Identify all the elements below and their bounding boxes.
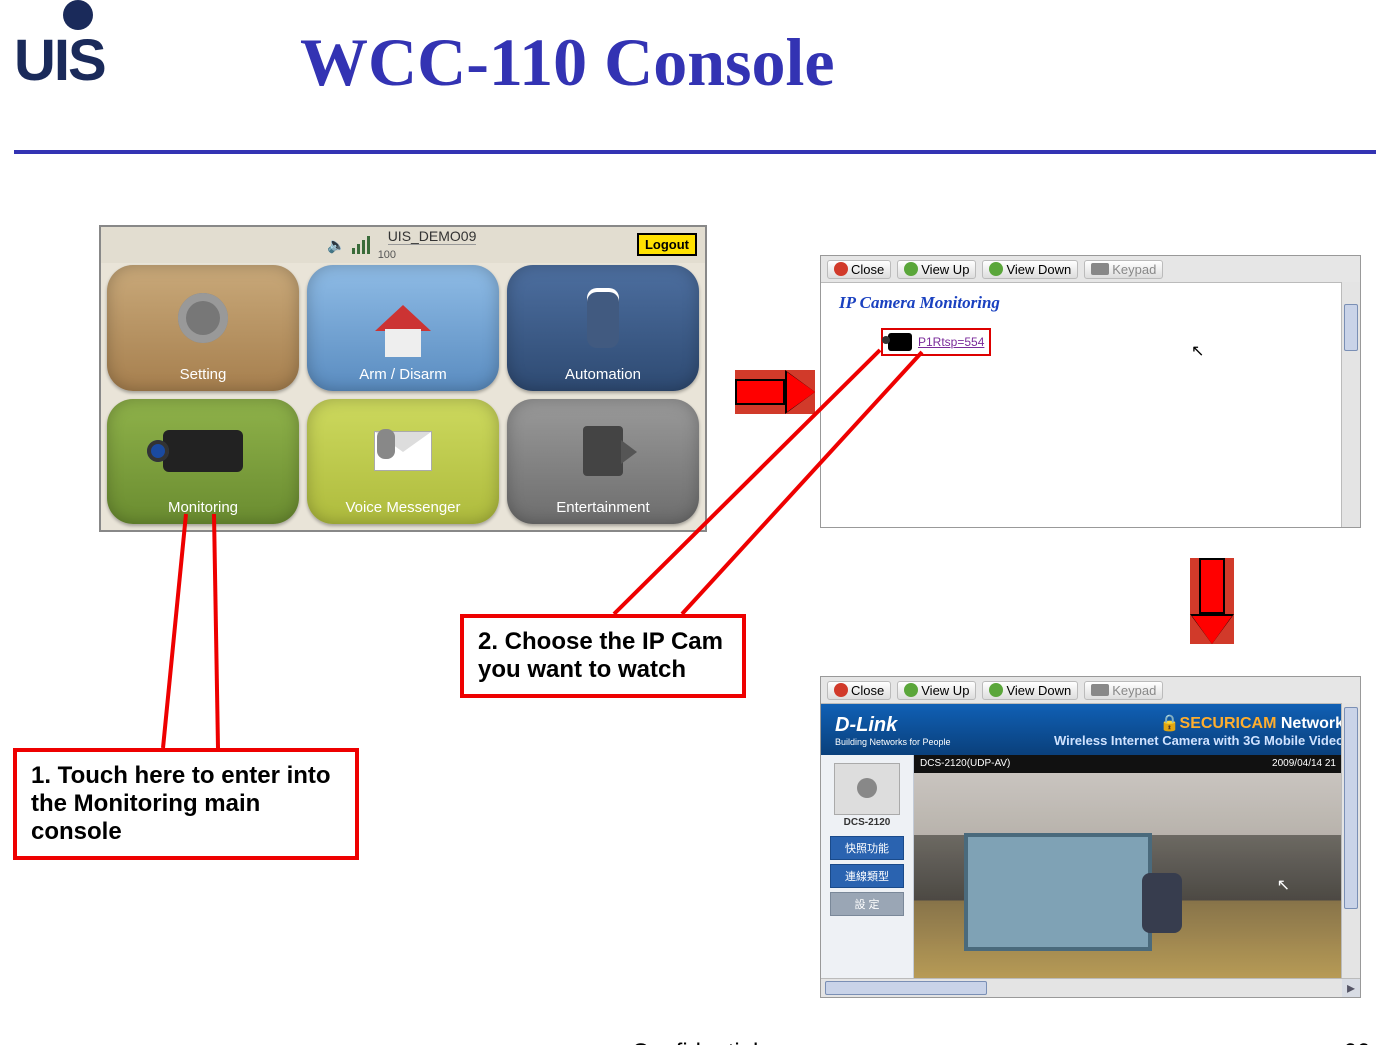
callout-step-1: 1. Touch here to enter into the Monitori… xyxy=(13,748,359,860)
video-source-label: DCS-2120(UDP-AV) xyxy=(920,755,1010,773)
callout-step-2: 2. Choose the IP Cam you want to watch xyxy=(460,614,746,698)
remote-icon xyxy=(507,275,699,361)
toolbar: Close View Up View Down Keypad xyxy=(821,677,1360,704)
close-icon xyxy=(834,683,848,697)
console-screenshot: 🔈 UIS_DEMO09 100 Logout Setting Arm / Di… xyxy=(99,225,707,532)
tile-arm-disarm[interactable]: Arm / Disarm xyxy=(307,265,499,391)
close-button[interactable]: Close xyxy=(827,681,891,700)
camera-model-icon xyxy=(834,763,900,815)
video-timestamp: 2009/04/14 21 xyxy=(1272,755,1336,773)
clapper-icon xyxy=(507,409,699,495)
horizontal-scrollbar[interactable]: ▸ xyxy=(821,978,1360,997)
settings-button[interactable]: 設 定 xyxy=(830,892,904,916)
scroll-right-icon[interactable]: ▸ xyxy=(1342,979,1360,997)
close-icon xyxy=(834,262,848,276)
snapshot-button[interactable]: 快照功能 xyxy=(830,836,904,860)
logout-button[interactable]: Logout xyxy=(637,233,697,256)
view-down-button[interactable]: View Down xyxy=(982,260,1078,279)
vertical-scrollbar[interactable] xyxy=(1341,703,1360,997)
arrow-right-icon xyxy=(735,370,815,414)
view-up-button[interactable]: View Up xyxy=(897,260,976,279)
close-button[interactable]: Close xyxy=(827,260,891,279)
ssid-label: UIS_DEMO09 xyxy=(388,228,477,245)
dlink-sidebar: DCS-2120 快照功能 連線類型 設 定 xyxy=(821,755,914,979)
ip-camera-heading: IP Camera Monitoring xyxy=(821,283,1360,319)
ip-camera-monitoring-screenshot: Close View Up View Down Keypad IP Camera… xyxy=(820,255,1361,528)
tile-entertainment[interactable]: Entertainment xyxy=(507,399,699,525)
view-up-button[interactable]: View Up xyxy=(897,681,976,700)
tile-label: Arm / Disarm xyxy=(359,366,447,383)
tile-monitoring[interactable]: Monitoring xyxy=(107,399,299,525)
securicam-brand: 🔒SECURICAM Network Wireless Internet Cam… xyxy=(1054,713,1344,748)
keypad-icon xyxy=(1091,684,1109,696)
tile-voice-messenger[interactable]: Voice Messenger xyxy=(307,399,499,525)
dlink-header: D-Link Building Networks for People 🔒SEC… xyxy=(821,704,1360,756)
tile-label: Voice Messenger xyxy=(345,499,460,516)
model-label: DCS-2120 xyxy=(821,817,913,828)
camera-thumb-icon xyxy=(888,333,912,351)
arrow-down-icon xyxy=(1190,558,1234,644)
gear-icon xyxy=(107,275,299,361)
camera-link-text[interactable]: P1Rtsp=554 xyxy=(918,335,984,349)
vertical-scrollbar[interactable] xyxy=(1341,282,1360,527)
status-bar: 🔈 UIS_DEMO09 100 Logout xyxy=(101,227,705,263)
tile-label: Setting xyxy=(180,366,227,383)
view-down-button[interactable]: View Down xyxy=(982,681,1078,700)
video-feed: DCS-2120(UDP-AV) 2009/04/14 21 ↖ xyxy=(914,755,1342,979)
envelope-mic-icon xyxy=(307,409,499,495)
dlink-logo: D-Link Building Networks for People xyxy=(835,714,951,747)
ssid-sub: 100 xyxy=(378,249,396,261)
cursor-icon: ↖ xyxy=(1191,341,1204,361)
toolbar: Close View Up View Down Keypad xyxy=(821,256,1360,283)
connection-type-button[interactable]: 連線類型 xyxy=(830,864,904,888)
uis-logo: UIS xyxy=(14,0,105,90)
confidential-label: Confidential xyxy=(632,1039,759,1045)
cursor-icon: ↖ xyxy=(1277,875,1290,895)
tile-label: Automation xyxy=(565,366,641,383)
arrow-down-icon xyxy=(989,262,1003,276)
video-title-bar: DCS-2120(UDP-AV) 2009/04/14 21 xyxy=(914,755,1342,773)
keypad-icon xyxy=(1091,263,1109,275)
arrow-down-icon xyxy=(989,683,1003,697)
tile-setting[interactable]: Setting xyxy=(107,265,299,391)
tile-label: Monitoring xyxy=(168,499,238,516)
page-title: WCC-110 Console xyxy=(300,28,835,96)
camera-link-highlighted[interactable]: P1Rtsp=554 xyxy=(881,328,991,356)
camera-icon xyxy=(107,409,299,495)
tile-label: Entertainment xyxy=(556,499,649,516)
page-number: 66 xyxy=(1343,1039,1370,1045)
arrow-up-icon xyxy=(904,262,918,276)
house-lock-icon xyxy=(307,275,499,361)
logo-text: UIS xyxy=(14,32,105,90)
tile-automation[interactable]: Automation xyxy=(507,265,699,391)
dlink-camera-screenshot: Close View Up View Down Keypad D-Link Bu… xyxy=(820,676,1361,998)
title-underline xyxy=(14,150,1376,154)
signal-icon xyxy=(352,236,370,254)
speaker-icon: 🔈 xyxy=(327,236,346,254)
keypad-button[interactable]: Keypad xyxy=(1084,260,1163,279)
keypad-button[interactable]: Keypad xyxy=(1084,681,1163,700)
arrow-up-icon xyxy=(904,683,918,697)
